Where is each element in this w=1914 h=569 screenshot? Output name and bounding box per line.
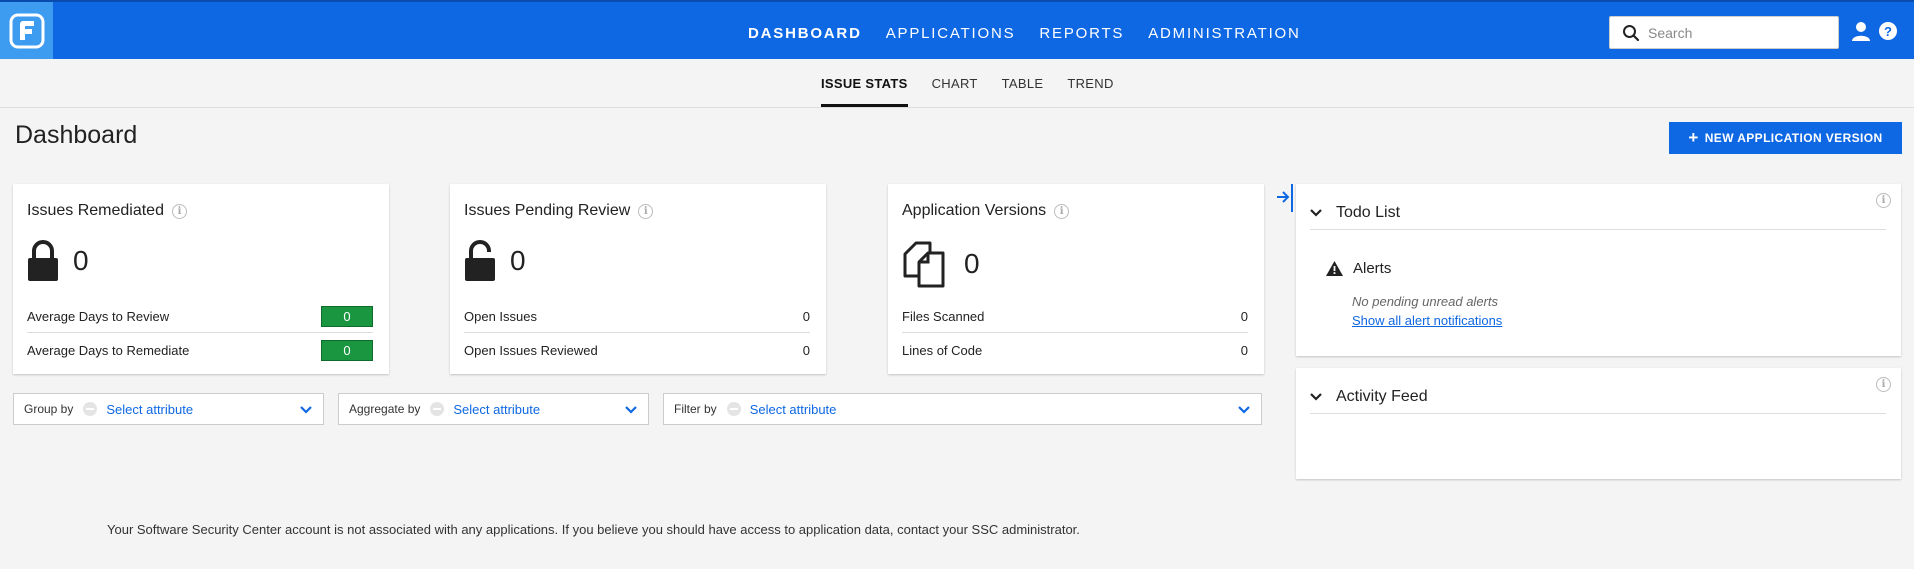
alerts-title: Alerts xyxy=(1353,260,1392,277)
info-icon[interactable]: i xyxy=(638,203,654,219)
new-application-version-label: NEW APPLICATION VERSION xyxy=(1704,131,1883,145)
card-row: Average Days to Review 0 xyxy=(27,301,373,333)
row-value-badge: 0 xyxy=(321,306,373,327)
row-label: Open Issues xyxy=(464,309,537,324)
card-metric: 0 xyxy=(464,240,526,282)
clear-icon[interactable] xyxy=(83,402,98,416)
new-application-version-button[interactable]: + NEW APPLICATION VERSION xyxy=(1669,122,1902,154)
warning-icon xyxy=(1326,261,1343,276)
chevron-down-icon xyxy=(300,406,312,414)
info-icon[interactable]: i xyxy=(1054,203,1070,219)
todo-list-header[interactable]: Todo List xyxy=(1310,196,1886,230)
issues-remediated-card: Issues Remediated i 0 Average Days to Re… xyxy=(13,184,389,374)
metric-value: 0 xyxy=(964,248,980,279)
tab-issue-stats[interactable]: ISSUE STATS xyxy=(821,59,908,107)
group-by-select[interactable]: Group by Select attribute xyxy=(13,393,324,425)
row-value-badge: 0 xyxy=(321,339,373,361)
search-box xyxy=(1609,16,1839,49)
card-row: Average Days to Remediate 0 xyxy=(27,334,373,366)
card-title: Application Versions xyxy=(902,202,1047,219)
panel-title: Activity Feed xyxy=(1336,387,1428,405)
activity-feed-panel: Activity Feed i xyxy=(1296,368,1901,479)
nav-reports[interactable]: REPORTS xyxy=(1039,25,1124,42)
chevron-down-icon xyxy=(1310,208,1322,217)
no-applications-message: Your Software Security Center account is… xyxy=(107,522,1080,537)
search-icon xyxy=(1623,24,1640,41)
row-label: Open Issues Reviewed xyxy=(464,342,598,358)
sub-navbar: ISSUE STATS CHART TABLE TREND xyxy=(0,59,1914,108)
chevron-down-icon xyxy=(1310,392,1322,401)
info-icon[interactable]: i xyxy=(1876,377,1891,392)
page-title: Dashboard xyxy=(15,121,138,149)
activity-feed-header[interactable]: Activity Feed xyxy=(1310,380,1886,414)
card-row: Files Scanned 0 xyxy=(902,301,1248,333)
card-metric: 0 xyxy=(27,240,89,282)
fortify-logo[interactable] xyxy=(0,2,53,59)
tab-chart[interactable]: CHART xyxy=(932,59,978,107)
row-value: 0 xyxy=(802,309,810,324)
alerts-empty-message: No pending unread alerts xyxy=(1352,294,1498,309)
show-all-alerts-link[interactable]: Show all alert notifications xyxy=(1352,313,1502,328)
todo-list-panel: Todo List i Alerts No pending unread ale… xyxy=(1296,184,1901,356)
row-value: 0 xyxy=(1240,309,1248,324)
panel-title: Todo List xyxy=(1336,203,1401,221)
search-input[interactable] xyxy=(1648,24,1828,41)
chevron-down-icon xyxy=(1238,406,1250,414)
plus-icon: + xyxy=(1688,128,1699,147)
row-value: 0 xyxy=(1240,342,1248,358)
card-metric: 0 xyxy=(902,240,980,288)
row-label: Lines of Code xyxy=(902,342,983,358)
side-panel-indicator xyxy=(1291,184,1293,212)
clear-icon[interactable] xyxy=(726,402,741,416)
card-title-wrap: Application Versions i xyxy=(902,202,1070,220)
lock-icon xyxy=(28,240,58,281)
row-value: 0 xyxy=(802,342,810,358)
help-icon[interactable]: ? xyxy=(1879,22,1897,40)
row-label: Files Scanned xyxy=(902,309,985,324)
select-label: Group by xyxy=(24,402,74,416)
select-value: Select attribute xyxy=(106,401,194,417)
clear-icon[interactable] xyxy=(430,402,445,416)
select-value: Select attribute xyxy=(749,401,837,417)
card-title: Issues Remediated xyxy=(27,202,164,219)
nav-applications[interactable]: APPLICATIONS xyxy=(886,25,1016,42)
main-nav: DASHBOARD APPLICATIONS REPORTS ADMINISTR… xyxy=(748,2,1325,59)
select-label: Filter by xyxy=(674,402,717,416)
card-row: Lines of Code 0 xyxy=(902,334,1248,366)
card-title-wrap: Issues Pending Review i xyxy=(464,202,654,220)
metric-value: 0 xyxy=(73,245,89,276)
alerts-heading: Alerts xyxy=(1326,260,1391,277)
nav-administration[interactable]: ADMINISTRATION xyxy=(1148,25,1300,42)
tab-table[interactable]: TABLE xyxy=(1002,59,1044,107)
row-label: Average Days to Remediate xyxy=(27,342,190,358)
info-icon[interactable]: i xyxy=(1876,193,1891,208)
card-row: Open Issues 0 xyxy=(464,301,810,333)
row-label: Average Days to Review xyxy=(27,309,170,324)
metric-value: 0 xyxy=(510,245,526,276)
unlock-icon xyxy=(465,240,495,281)
aggregate-by-select[interactable]: Aggregate by Select attribute xyxy=(338,393,649,425)
nav-dashboard[interactable]: DASHBOARD xyxy=(748,25,862,42)
info-icon[interactable]: i xyxy=(171,203,187,219)
tab-trend[interactable]: TREND xyxy=(1067,59,1113,107)
logo-icon xyxy=(9,13,44,48)
filter-by-select[interactable]: Filter by Select attribute xyxy=(663,393,1262,425)
application-versions-card: Application Versions i 0 Files Scanned 0… xyxy=(888,184,1264,374)
select-value: Select attribute xyxy=(453,401,541,417)
card-title: Issues Pending Review xyxy=(464,202,631,219)
issues-pending-review-card: Issues Pending Review i 0 Open Issues 0 … xyxy=(450,184,826,374)
collapse-arrow-icon[interactable] xyxy=(1276,190,1290,204)
documents-icon xyxy=(903,241,945,288)
user-icon[interactable] xyxy=(1851,21,1871,41)
select-label: Aggregate by xyxy=(349,402,421,416)
chevron-down-icon xyxy=(625,406,637,414)
card-row: Open Issues Reviewed 0 xyxy=(464,334,810,366)
card-title-wrap: Issues Remediated i xyxy=(27,202,187,220)
top-navbar: DASHBOARD APPLICATIONS REPORTS ADMINISTR… xyxy=(0,0,1914,59)
